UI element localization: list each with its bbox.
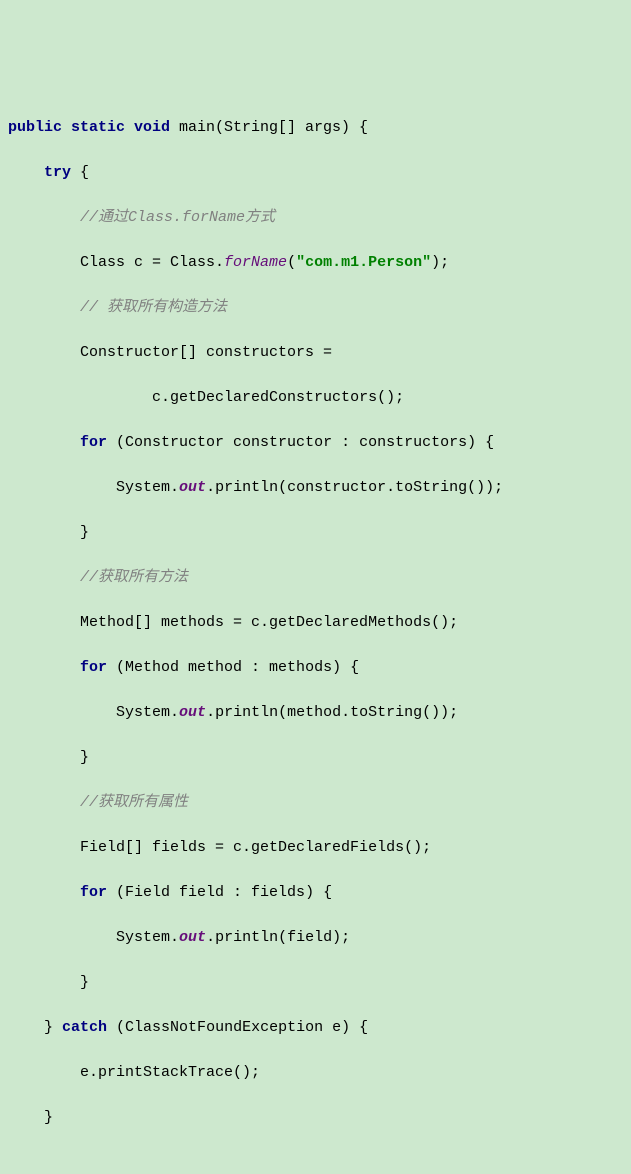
code-line: e.printStackTrace(); [8,1062,631,1085]
keyword: for [80,434,107,451]
code-line: public static void main(String[] args) { [8,117,631,140]
comment: //获取所有属性 [80,794,188,811]
code-line: c.getDeclaredConstructors(); [8,387,631,410]
comment: //获取所有方法 [80,569,188,586]
code-text: Method[] methods = c.getDeclaredMethods(… [80,614,458,631]
code-text: } [80,974,89,991]
code-line: } catch (ClassNotFoundException e) { [8,1017,631,1040]
static-ref: out [179,479,206,496]
keyword: public static void [8,119,170,136]
keyword: try [44,164,71,181]
comment: // 获取所有构造方法 [80,299,227,316]
code-text: } [80,749,89,766]
keyword: for [80,659,107,676]
comment: //通过Class.forName方式 [80,209,275,226]
code-text: (Field field : fields) { [107,884,332,901]
code-text: } [80,524,89,541]
code-text: Field[] fields = c.getDeclaredFields(); [80,839,431,856]
code-text: .println(method.toString()); [206,704,458,721]
code-line: Constructor[] constructors = [8,342,631,365]
code-text: c.getDeclaredConstructors(); [152,389,404,406]
code-text: System. [116,929,179,946]
code-text: e.printStackTrace(); [80,1064,260,1081]
code-text: { [71,164,89,181]
code-text: Class c = Class. [80,254,224,271]
code-text: } [44,1109,53,1126]
code-line: Class c = Class.forName("com.m1.Person")… [8,252,631,275]
code-line: } [8,972,631,995]
code-text: } [44,1019,62,1036]
code-line: try { [8,162,631,185]
string-literal: "com.m1.Person" [296,254,431,271]
code-text: (Constructor constructor : constructors)… [107,434,494,451]
code-line: // 获取所有构造方法 [8,297,631,320]
code-line: //通过Class.forName方式 [8,207,631,230]
code-line: //获取所有方法 [8,567,631,590]
static-ref: out [179,704,206,721]
code-line: for (Constructor constructor : construct… [8,432,631,455]
code-text: ( [287,254,296,271]
code-block: public static void main(String[] args) {… [0,90,631,1174]
code-line: Method[] methods = c.getDeclaredMethods(… [8,612,631,635]
code-text: (Method method : methods) { [107,659,359,676]
code-text: Constructor[] constructors = [80,344,332,361]
code-line: //获取所有属性 [8,792,631,815]
code-text: ); [431,254,449,271]
code-line: } [8,1107,631,1130]
static-ref: forName [224,254,287,271]
code-text: System. [116,479,179,496]
code-text: .println(field); [206,929,350,946]
keyword: for [80,884,107,901]
code-line [8,1152,631,1174]
code-line: for (Method method : methods) { [8,657,631,680]
code-line: for (Field field : fields) { [8,882,631,905]
code-line: System.out.println(constructor.toString(… [8,477,631,500]
code-line: Field[] fields = c.getDeclaredFields(); [8,837,631,860]
code-text: .println(constructor.toString()); [206,479,503,496]
code-line: System.out.println(field); [8,927,631,950]
code-text: System. [116,704,179,721]
code-line: } [8,747,631,770]
static-ref: out [179,929,206,946]
code-text: (ClassNotFoundException e) { [107,1019,368,1036]
code-text: main(String[] args) { [170,119,368,136]
keyword: catch [62,1019,107,1036]
code-line: } [8,522,631,545]
code-line: System.out.println(method.toString()); [8,702,631,725]
